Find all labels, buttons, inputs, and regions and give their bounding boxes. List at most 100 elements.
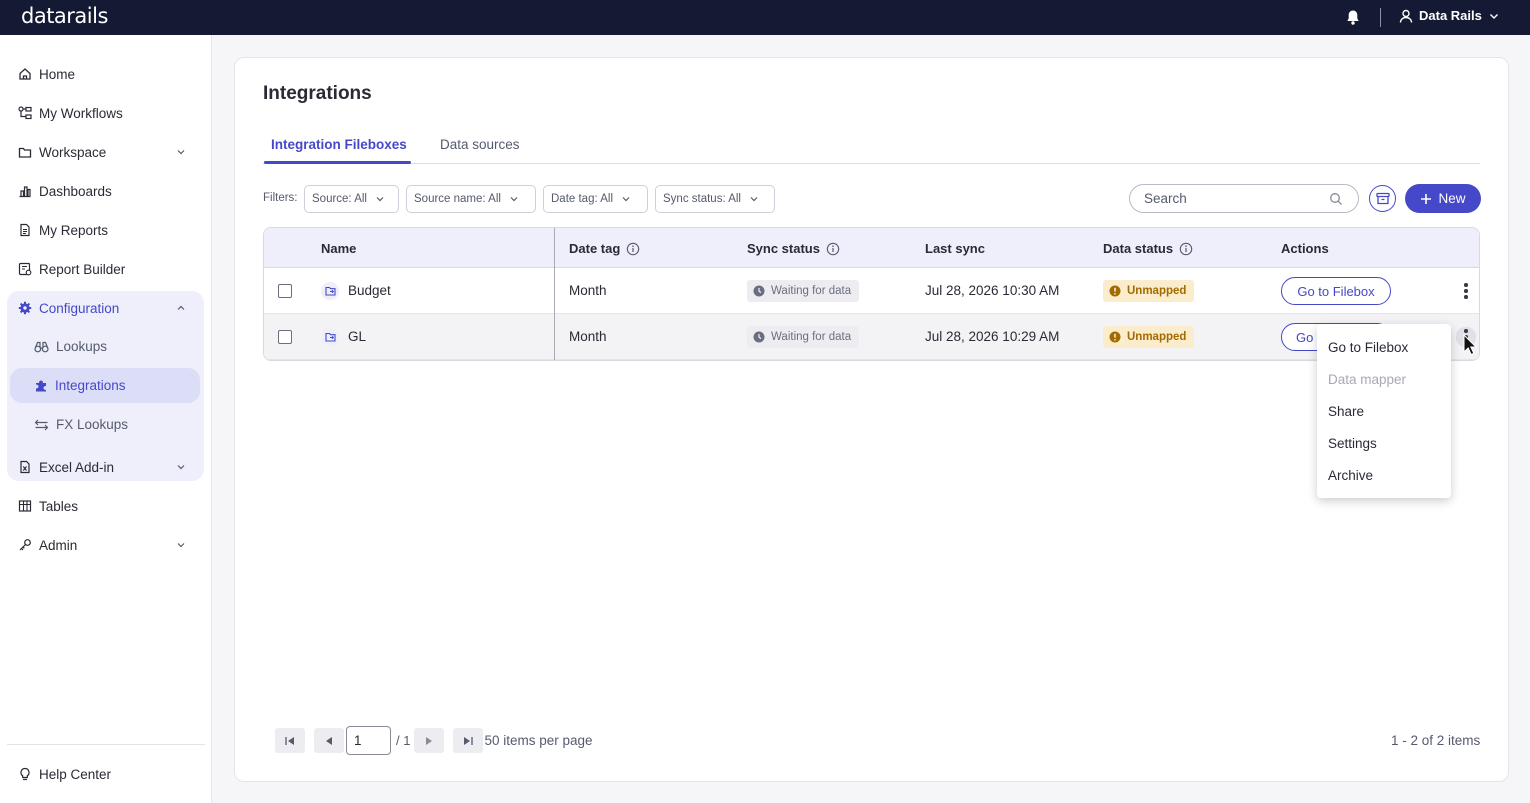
page-number-input[interactable] (346, 726, 391, 755)
info-icon[interactable] (826, 242, 840, 256)
sidebar-item-admin[interactable]: Admin (8, 528, 204, 562)
column-header-date-tag[interactable]: Date tag (569, 241, 640, 256)
go-to-filebox-button[interactable]: Go to Filebox (1281, 277, 1391, 305)
table-row[interactable]: Budget Month Waiting for data Jul 28, 20… (264, 268, 1479, 314)
more-options-icon[interactable] (1460, 282, 1472, 300)
row-last-sync: Jul 28, 2026 10:29 AM (925, 329, 1060, 344)
next-page-icon (424, 736, 434, 746)
sidebar-item-my-workflows[interactable]: My Workflows (8, 96, 204, 130)
user-icon (1399, 9, 1413, 23)
menu-item-data-mapper: Data mapper (1328, 372, 1407, 387)
filter-label: Source name: All (414, 193, 501, 205)
sidebar-item-fx-lookups[interactable]: FX Lookups (10, 407, 200, 442)
sidebar-item-label: Workspace (39, 144, 107, 160)
row-checkbox[interactable] (278, 330, 292, 344)
plus-icon (1420, 193, 1432, 205)
data-status-text: Unmapped (1127, 285, 1187, 297)
sidebar-item-workspace[interactable]: Workspace (8, 135, 204, 169)
sidebar-item-help-center[interactable]: Help Center (8, 757, 204, 791)
sidebar-item-lookups[interactable]: Lookups (10, 329, 200, 364)
key-icon (18, 538, 32, 552)
filebox-icon (321, 282, 339, 300)
archive-button[interactable] (1369, 185, 1396, 212)
chevron-down-icon (749, 194, 759, 204)
column-header-sync-status[interactable]: Sync status (747, 241, 840, 256)
column-header-last-sync[interactable]: Last sync (925, 241, 985, 256)
column-header-data-status[interactable]: Data status (1103, 241, 1193, 256)
sidebar-item-label: Help Center (39, 766, 112, 782)
search-input[interactable]: Search (1129, 184, 1359, 213)
folder-icon (18, 145, 32, 159)
row-name[interactable]: GL (348, 329, 366, 344)
top-bar: datarails Data Rails (0, 0, 1530, 35)
menu-item-go-to-filebox[interactable]: Go to Filebox (1328, 340, 1408, 355)
menu-item-archive[interactable]: Archive (1328, 468, 1373, 483)
total-pages: / 1 (396, 733, 411, 748)
table-row[interactable]: GL Month Waiting for data Jul 28, 2026 1… (264, 314, 1479, 360)
filter-label: Date tag: All (551, 193, 614, 205)
archive-icon (1375, 192, 1390, 205)
row-date-tag: Month (569, 329, 607, 344)
lightbulb-icon (18, 767, 32, 781)
sidebar-item-report-builder[interactable]: Report Builder (8, 252, 204, 286)
previous-page-icon (324, 736, 334, 746)
sidebar-item-label: My Workflows (39, 105, 123, 121)
row-actions-menu: Go to Filebox Data mapper Share Settings… (1317, 324, 1451, 498)
previous-page-button[interactable] (314, 728, 344, 753)
datarails-logo[interactable]: datarails (21, 4, 108, 28)
filter-sync-status[interactable]: Sync status: All (655, 185, 775, 213)
sidebar-item-home[interactable]: Home (8, 57, 204, 91)
new-button[interactable]: New (1405, 184, 1481, 213)
info-icon[interactable] (1179, 242, 1193, 256)
column-header-actions: Actions (1281, 241, 1329, 256)
column-label: Data status (1103, 241, 1174, 256)
row-name[interactable]: Budget (348, 283, 391, 298)
page-title: Integrations (263, 83, 372, 104)
tab-integration-fileboxes[interactable]: Integration Fileboxes (271, 137, 407, 152)
user-menu[interactable]: Data Rails (1399, 8, 1500, 23)
gear-icon (18, 301, 32, 315)
puzzle-icon (34, 379, 48, 393)
filter-source-name[interactable]: Source name: All (406, 185, 536, 213)
column-label: Actions (1281, 241, 1329, 256)
items-per-page[interactable]: 50 items per page (484, 733, 592, 748)
sidebar: Home My Workflows Workspace Dashboards M… (0, 35, 212, 803)
sidebar-item-tables[interactable]: Tables (8, 489, 204, 523)
column-label: Date tag (569, 241, 621, 256)
last-page-button[interactable] (453, 728, 484, 753)
first-page-button[interactable] (275, 728, 305, 753)
sync-status-text: Waiting for data (771, 285, 852, 297)
sidebar-item-integrations[interactable]: Integrations (10, 368, 200, 403)
row-checkbox[interactable] (278, 284, 292, 298)
chevron-down-icon (621, 194, 631, 204)
sidebar-item-label: Home (39, 66, 76, 82)
tab-data-sources[interactable]: Data sources (440, 137, 520, 152)
info-icon[interactable] (626, 242, 640, 256)
sidebar-item-configuration[interactable]: Configuration (8, 291, 204, 325)
menu-item-share[interactable]: Share (1328, 404, 1364, 419)
filter-date-tag[interactable]: Date tag: All (543, 185, 648, 213)
column-label: Last sync (925, 241, 985, 256)
menu-item-settings[interactable]: Settings (1328, 436, 1377, 451)
bell-icon[interactable] (1345, 9, 1361, 26)
filter-label: Sync status: All (663, 193, 741, 205)
chevron-down-icon (176, 540, 186, 550)
column-header-name[interactable]: Name (321, 241, 356, 256)
chart-icon (18, 184, 32, 198)
data-status-badge: Unmapped (1103, 326, 1195, 348)
search-placeholder: Search (1144, 191, 1187, 206)
column-label: Sync status (747, 241, 820, 256)
last-page-icon (462, 736, 474, 746)
sidebar-item-my-reports[interactable]: My Reports (8, 213, 204, 247)
chevron-up-icon (176, 303, 186, 313)
exchange-icon (34, 419, 49, 431)
sidebar-item-dashboards[interactable]: Dashboards (8, 174, 204, 208)
table-header: Name Date tag Sync status Last sync Data… (264, 228, 1479, 268)
filter-source[interactable]: Source: All (304, 185, 399, 213)
column-divider (554, 228, 555, 360)
chevron-down-icon (1488, 10, 1500, 22)
sidebar-item-excel-add-in[interactable]: Excel Add-in (8, 450, 204, 484)
sync-status-text: Waiting for data (771, 331, 852, 343)
next-page-button[interactable] (414, 728, 445, 753)
sidebar-item-label: My Reports (39, 222, 109, 238)
